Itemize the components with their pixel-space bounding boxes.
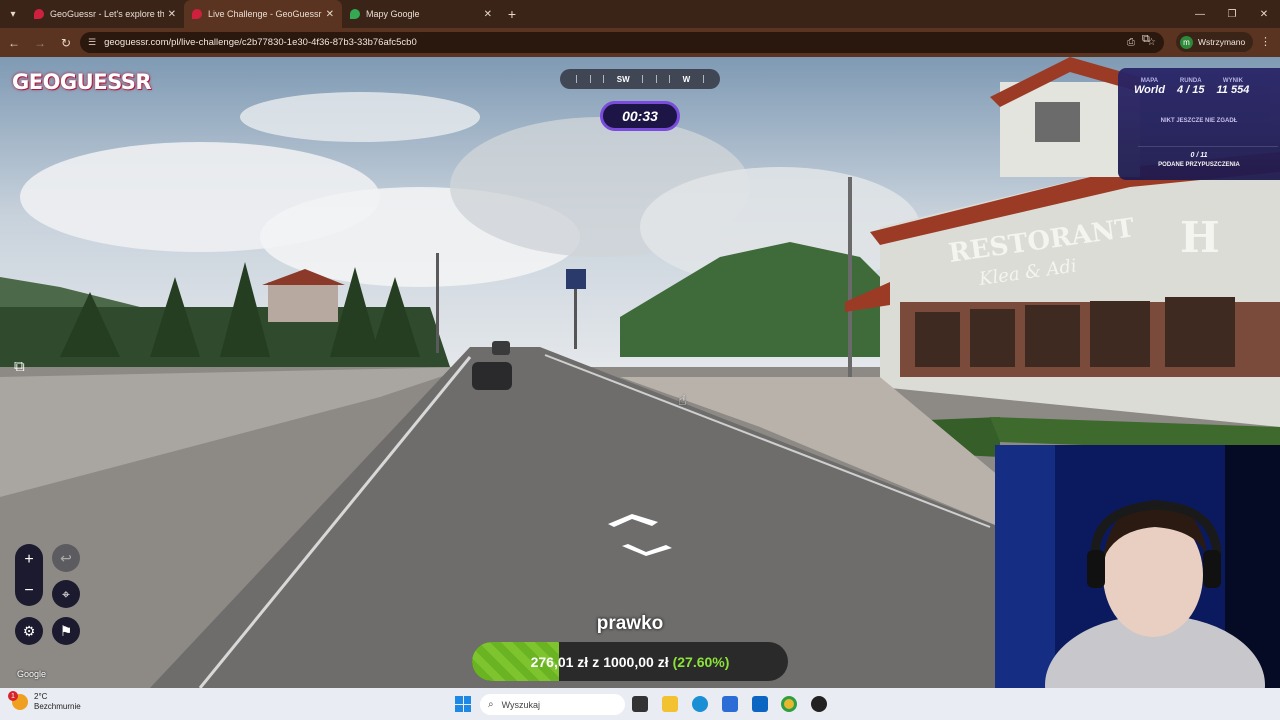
compass: SW W bbox=[560, 69, 720, 89]
tab-geoguessr-home[interactable]: GeoGuessr - Let's explore the w ✕ bbox=[26, 0, 184, 28]
outlook-icon[interactable] bbox=[752, 696, 768, 712]
compass-tick bbox=[702, 75, 704, 83]
geoguessr-favicon-icon bbox=[34, 9, 44, 19]
app-icon[interactable] bbox=[811, 696, 827, 712]
taskbar-search[interactable]: ⌕ Wyszukaj bbox=[480, 694, 625, 715]
tab-bar: ▾ GeoGuessr - Let's explore the w ✕ Live… bbox=[0, 0, 1280, 28]
weather-sun-icon: 1 bbox=[8, 691, 28, 710]
url-text[interactable]: geoguessr.com/pl/live-challenge/c2b77830… bbox=[104, 37, 1115, 48]
game-status-panel: MAPA World RUNDA 4 / 15 WYNIK 11 554 NIK… bbox=[1118, 68, 1280, 180]
windows-start-icon[interactable] bbox=[455, 696, 471, 712]
round-value: 4 / 15 bbox=[1176, 84, 1205, 96]
minimize-icon[interactable]: — bbox=[1184, 0, 1216, 28]
google-maps-favicon-icon bbox=[350, 9, 360, 19]
extensions-icon[interactable]: ⧉ bbox=[1142, 33, 1150, 46]
score-value: 11 554 bbox=[1216, 84, 1250, 96]
close-window-icon[interactable]: ✕ bbox=[1248, 0, 1280, 28]
undo-move-button[interactable]: ↩ bbox=[52, 544, 80, 572]
zoom-out-button[interactable]: − bbox=[15, 575, 43, 606]
google-attribution: Google bbox=[17, 669, 47, 679]
streamer-video-graphic bbox=[995, 445, 1280, 688]
tab-live-challenge[interactable]: Live Challenge - GeoGuessr ✕ bbox=[184, 0, 342, 28]
compass-heading-w: W bbox=[682, 74, 691, 84]
progress-target: 1000,00 zł bbox=[603, 653, 669, 670]
round-stat: RUNDA 4 / 15 bbox=[1177, 78, 1205, 96]
forward-icon[interactable]: → bbox=[28, 31, 52, 55]
tab-title: Live Challenge - GeoGuessr bbox=[208, 9, 322, 19]
install-app-icon[interactable]: ⎙ bbox=[1127, 37, 1135, 48]
compass-tick bbox=[655, 75, 657, 83]
compass-tick bbox=[642, 75, 644, 83]
flag-checkpoint-icon[interactable]: ⚑ bbox=[52, 617, 80, 645]
player-name: prawko bbox=[596, 613, 664, 634]
geoguessr-logo[interactable]: GEOGUESSR bbox=[12, 70, 152, 94]
microsoft-store-icon[interactable] bbox=[722, 696, 738, 712]
pins-label: PODANE PRZYPUSZCZENIA bbox=[1158, 162, 1240, 168]
map-stat: MAPA World bbox=[1134, 78, 1165, 96]
tab-google-maps[interactable]: Mapy Google ✕ bbox=[342, 0, 500, 28]
reload-icon[interactable]: ↻ bbox=[54, 31, 78, 55]
new-tab-button[interactable]: + bbox=[500, 0, 524, 28]
file-explorer-icon[interactable] bbox=[662, 696, 678, 712]
webcam-overlay bbox=[995, 445, 1280, 688]
profile-button[interactable]: m Wstrzymano bbox=[1176, 32, 1254, 52]
maximize-icon[interactable]: ❐ bbox=[1216, 0, 1248, 28]
weather-widget[interactable]: 1 2°C Bezchmurnie bbox=[8, 691, 81, 712]
progress-percent: (27.60%) bbox=[672, 653, 730, 670]
close-tab-icon[interactable]: ✕ bbox=[484, 9, 492, 20]
return-to-start-icon[interactable]: ⌖ bbox=[52, 580, 80, 608]
compass-tick bbox=[589, 75, 591, 83]
search-placeholder: Wyszukaj bbox=[501, 699, 541, 710]
browser-menu-icon[interactable]: ⋮ bbox=[1260, 35, 1271, 48]
weather-description: Bezchmurnie bbox=[34, 702, 81, 711]
progress-connector: z bbox=[592, 653, 600, 670]
geoguessr-favicon-icon bbox=[192, 9, 202, 19]
edge-browser-icon[interactable] bbox=[692, 696, 708, 712]
settings-gear-icon[interactable]: ⚙ bbox=[15, 617, 43, 645]
window-controls: — ❐ ✕ bbox=[1184, 0, 1280, 28]
tab-title: GeoGuessr - Let's explore the w bbox=[50, 9, 164, 19]
compass-tick bbox=[669, 75, 671, 83]
layers-icon[interactable]: ⧉ bbox=[14, 358, 25, 375]
pins-count: 0 / 11 bbox=[1190, 152, 1208, 159]
weather-temp: 2°C bbox=[34, 692, 48, 701]
profile-label: Wstrzymano bbox=[1198, 37, 1246, 47]
zoom-control: + − bbox=[15, 544, 43, 606]
nobody-guessed-text: NIKT JESZCZE NIE ZGADŁ bbox=[1160, 118, 1238, 124]
avatar: m bbox=[1180, 35, 1193, 49]
back-icon[interactable]: ← bbox=[2, 31, 26, 55]
search-icon: ⌕ bbox=[488, 699, 494, 710]
zoom-in-button[interactable]: + bbox=[15, 544, 43, 575]
compass-heading-sw: SW bbox=[616, 74, 630, 84]
tab-title: Mapy Google bbox=[366, 9, 420, 19]
chrome-icon[interactable] bbox=[781, 696, 797, 712]
map-value: World bbox=[1134, 84, 1165, 96]
notification-badge: 1 bbox=[8, 691, 18, 701]
site-info-icon[interactable]: ☰ bbox=[88, 37, 96, 48]
move-arrows-icon[interactable] bbox=[605, 510, 675, 560]
round-timer: 00:33 bbox=[600, 101, 680, 131]
donation-progress-bar: 276,01 zł z 1000,00 zł (27.60%) bbox=[472, 642, 788, 681]
tab-search-button[interactable]: ▾ bbox=[0, 0, 26, 28]
close-tab-icon[interactable]: ✕ bbox=[168, 9, 176, 20]
task-view-icon[interactable] bbox=[632, 696, 648, 712]
compass-tick bbox=[603, 75, 605, 83]
hotel-sign: H bbox=[1180, 213, 1220, 262]
panel-divider bbox=[1138, 146, 1278, 147]
progress-current: 276,01 zł bbox=[530, 653, 589, 670]
compass-tick bbox=[576, 75, 578, 83]
browser-toolbar: ← → ↻ ☰ geoguessr.com/pl/live-challenge/… bbox=[0, 28, 1280, 57]
close-tab-icon[interactable]: ✕ bbox=[326, 9, 334, 20]
score-stat: WYNIK 11 554 bbox=[1217, 78, 1250, 96]
address-bar[interactable]: ☰ geoguessr.com/pl/live-challenge/c2b778… bbox=[80, 32, 1164, 53]
mouse-cursor-icon: ☝ bbox=[678, 392, 687, 408]
